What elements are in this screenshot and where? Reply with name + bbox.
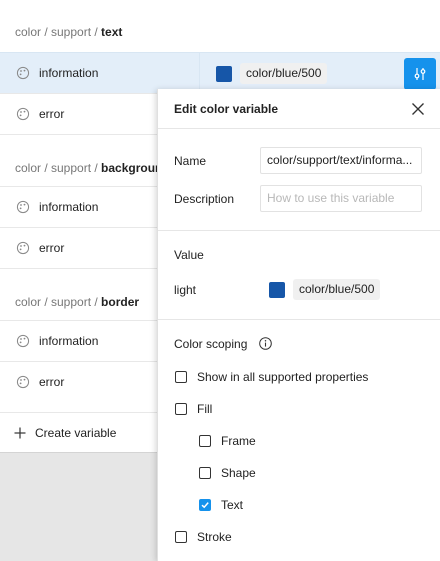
scope-option-text[interactable]: Text bbox=[199, 498, 243, 512]
palette-icon bbox=[16, 200, 30, 214]
option-label: Text bbox=[221, 498, 244, 512]
variable-name: error bbox=[39, 241, 65, 255]
mode-value-row: light color/blue/500 bbox=[174, 279, 381, 300]
variable-name: information bbox=[39, 200, 99, 214]
palette-icon bbox=[16, 375, 30, 389]
column-divider bbox=[199, 53, 200, 93]
checkbox[interactable] bbox=[175, 531, 187, 543]
edit-variable-panel: Edit color variable Name color/support/t… bbox=[157, 89, 440, 561]
palette-icon bbox=[16, 241, 30, 255]
palette-icon bbox=[16, 334, 30, 348]
description-input[interactable]: How to use this variable bbox=[260, 185, 422, 212]
name-input[interactable]: color/support/text/informa... bbox=[260, 147, 422, 174]
scope-option-frame[interactable]: Frame bbox=[199, 434, 256, 448]
checkbox[interactable] bbox=[199, 467, 211, 479]
panel-title: Edit color variable bbox=[174, 101, 279, 116]
group-header-border: color / support / border bbox=[0, 268, 157, 320]
group-path: color / support / bbox=[15, 161, 102, 175]
group-path: color / support / bbox=[15, 295, 102, 309]
scoping-title-row: Color scoping bbox=[174, 337, 272, 351]
checkbox[interactable] bbox=[175, 371, 187, 383]
scope-option-fill[interactable]: Fill bbox=[175, 402, 212, 416]
edit-variable-button[interactable] bbox=[404, 58, 436, 90]
option-label: Frame bbox=[221, 434, 256, 448]
name-field-row: Name color/support/text/informa... bbox=[174, 147, 422, 174]
variable-row-information[interactable]: information color/blue/500 bbox=[0, 52, 440, 93]
section-divider bbox=[158, 230, 440, 231]
group-leaf: border bbox=[101, 295, 140, 309]
scope-option-stroke[interactable]: Stroke bbox=[175, 530, 232, 544]
palette-icon bbox=[16, 107, 30, 121]
option-label: Stroke bbox=[197, 530, 232, 544]
name-label: Name bbox=[174, 153, 207, 168]
variable-name: error bbox=[39, 375, 65, 389]
option-label: Shape bbox=[221, 466, 256, 480]
checkbox-checked[interactable] bbox=[199, 499, 211, 511]
close-icon[interactable] bbox=[411, 102, 425, 116]
panel-header: Edit color variable bbox=[158, 89, 440, 129]
variable-name: information bbox=[39, 334, 99, 348]
check-icon bbox=[201, 502, 209, 509]
info-icon[interactable] bbox=[258, 337, 272, 350]
group-header-text: color / support / text bbox=[0, 0, 157, 52]
create-variable-button[interactable]: Create variable bbox=[0, 412, 157, 453]
palette-icon bbox=[16, 66, 30, 80]
scope-option-all[interactable]: Show in all supported properties bbox=[175, 370, 368, 384]
description-field-row: Description How to use this variable bbox=[174, 185, 422, 212]
option-label: Show in all supported properties bbox=[197, 370, 369, 384]
checkbox[interactable] bbox=[175, 403, 187, 415]
group-leaf: text bbox=[101, 25, 123, 39]
value-section-title: Value bbox=[174, 248, 204, 262]
color-swatch[interactable] bbox=[216, 66, 232, 82]
sliders-icon bbox=[414, 68, 426, 80]
scoping-section-title: Color scoping bbox=[174, 337, 248, 351]
option-label: Fill bbox=[197, 402, 213, 416]
mode-value-chip[interactable]: color/blue/500 bbox=[293, 279, 381, 300]
value-chip[interactable]: color/blue/500 bbox=[240, 63, 328, 84]
section-divider bbox=[158, 319, 440, 320]
group-leaf: background bbox=[101, 161, 157, 175]
variable-name: error bbox=[39, 107, 65, 121]
group-path: color / support / bbox=[15, 25, 102, 39]
mode-label: light bbox=[174, 282, 197, 297]
scope-option-shape[interactable]: Shape bbox=[199, 466, 256, 480]
variable-name: information bbox=[39, 66, 99, 80]
description-label: Description bbox=[174, 191, 235, 206]
create-variable-label: Create variable bbox=[35, 426, 117, 440]
checkbox[interactable] bbox=[199, 435, 211, 447]
plus-icon bbox=[14, 427, 26, 439]
color-swatch[interactable] bbox=[269, 281, 285, 298]
group-header-background: color / support / background bbox=[0, 134, 157, 186]
